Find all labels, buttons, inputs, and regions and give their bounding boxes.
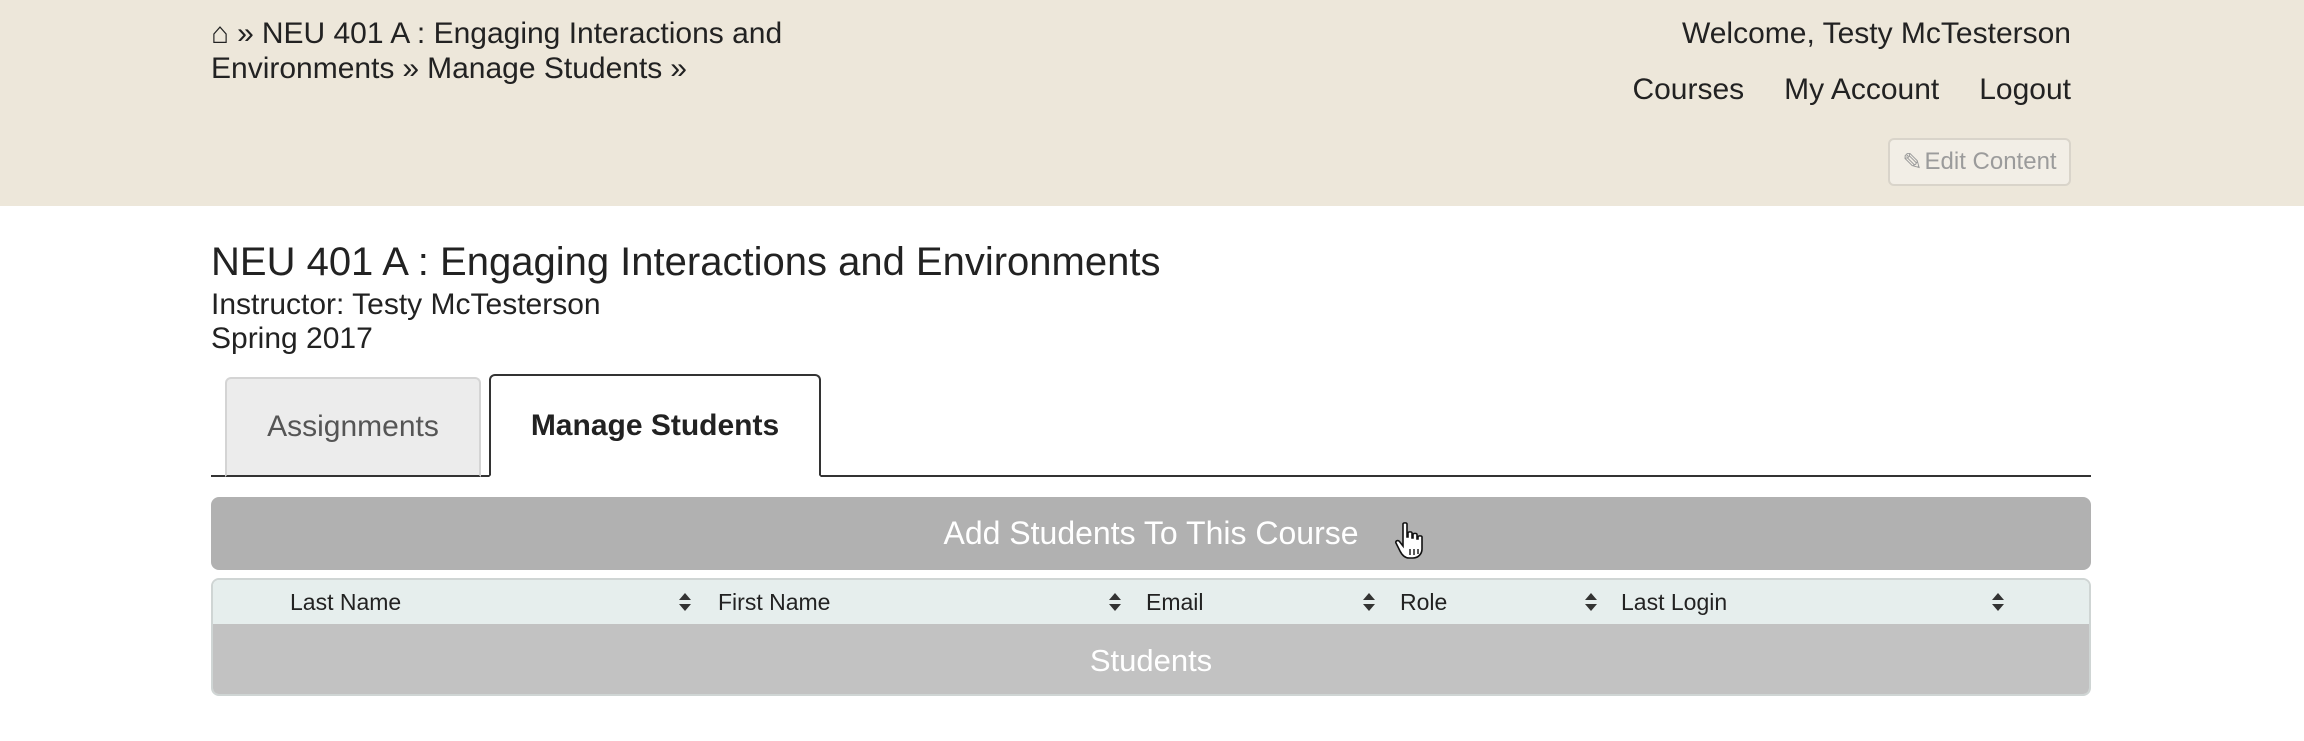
students-table: Last Name First Name Email Role Last Log… [211,578,2091,696]
pencil-icon: ✎ [1902,148,1923,176]
breadcrumb-separator: » [402,52,420,85]
column-header-email[interactable]: Email [1146,580,1204,624]
sort-icon[interactable] [1991,592,2005,612]
students-group-row: Students [213,624,2089,694]
course-term: Spring 2017 [211,322,373,355]
hand-cursor-icon [1395,522,1423,559]
page-title: NEU 401 A : Engaging Interactions and En… [211,240,1161,284]
column-header-role[interactable]: Role [1400,580,1447,624]
site-header: ⌂» NEU 401 A : Engaging Interactions and … [0,0,2304,206]
table-header: Last Name First Name Email Role Last Log… [213,580,2089,624]
breadcrumb: ⌂» NEU 401 A : Engaging Interactions and … [211,16,831,86]
edit-content-button[interactable]: ✎ Edit Content [1888,138,2071,186]
nav-courses[interactable]: Courses [1632,73,1744,107]
column-header-first-name[interactable]: First Name [718,580,830,624]
breadcrumb-item-manage-students[interactable]: Manage Students [427,52,662,85]
breadcrumb-separator: » [670,52,687,85]
sort-icon[interactable] [1108,592,1122,612]
column-header-last-name[interactable]: Last Name [290,580,401,624]
sort-icon[interactable] [1362,592,1376,612]
home-icon[interactable]: ⌂ [211,17,229,50]
nav-my-account[interactable]: My Account [1784,73,1939,107]
edit-content-label: Edit Content [1924,148,2057,175]
course-tabs: Assignments Manage Students [211,374,2091,477]
sort-icon[interactable] [678,592,692,612]
nav-logout[interactable]: Logout [1979,73,2071,107]
instructor-name: Instructor: Testy McTesterson [211,288,601,321]
breadcrumb-separator: » [237,17,254,50]
sort-icon[interactable] [1584,592,1598,612]
tab-assignments[interactable]: Assignments [225,377,481,477]
add-students-button[interactable]: Add Students To This Course [211,497,2091,570]
welcome-message: Welcome, Testy McTesterson [1681,17,2071,50]
top-nav: Courses My Account Logout [1632,73,2071,107]
column-header-last-login[interactable]: Last Login [1621,580,1727,624]
tab-manage-students[interactable]: Manage Students [489,374,821,477]
